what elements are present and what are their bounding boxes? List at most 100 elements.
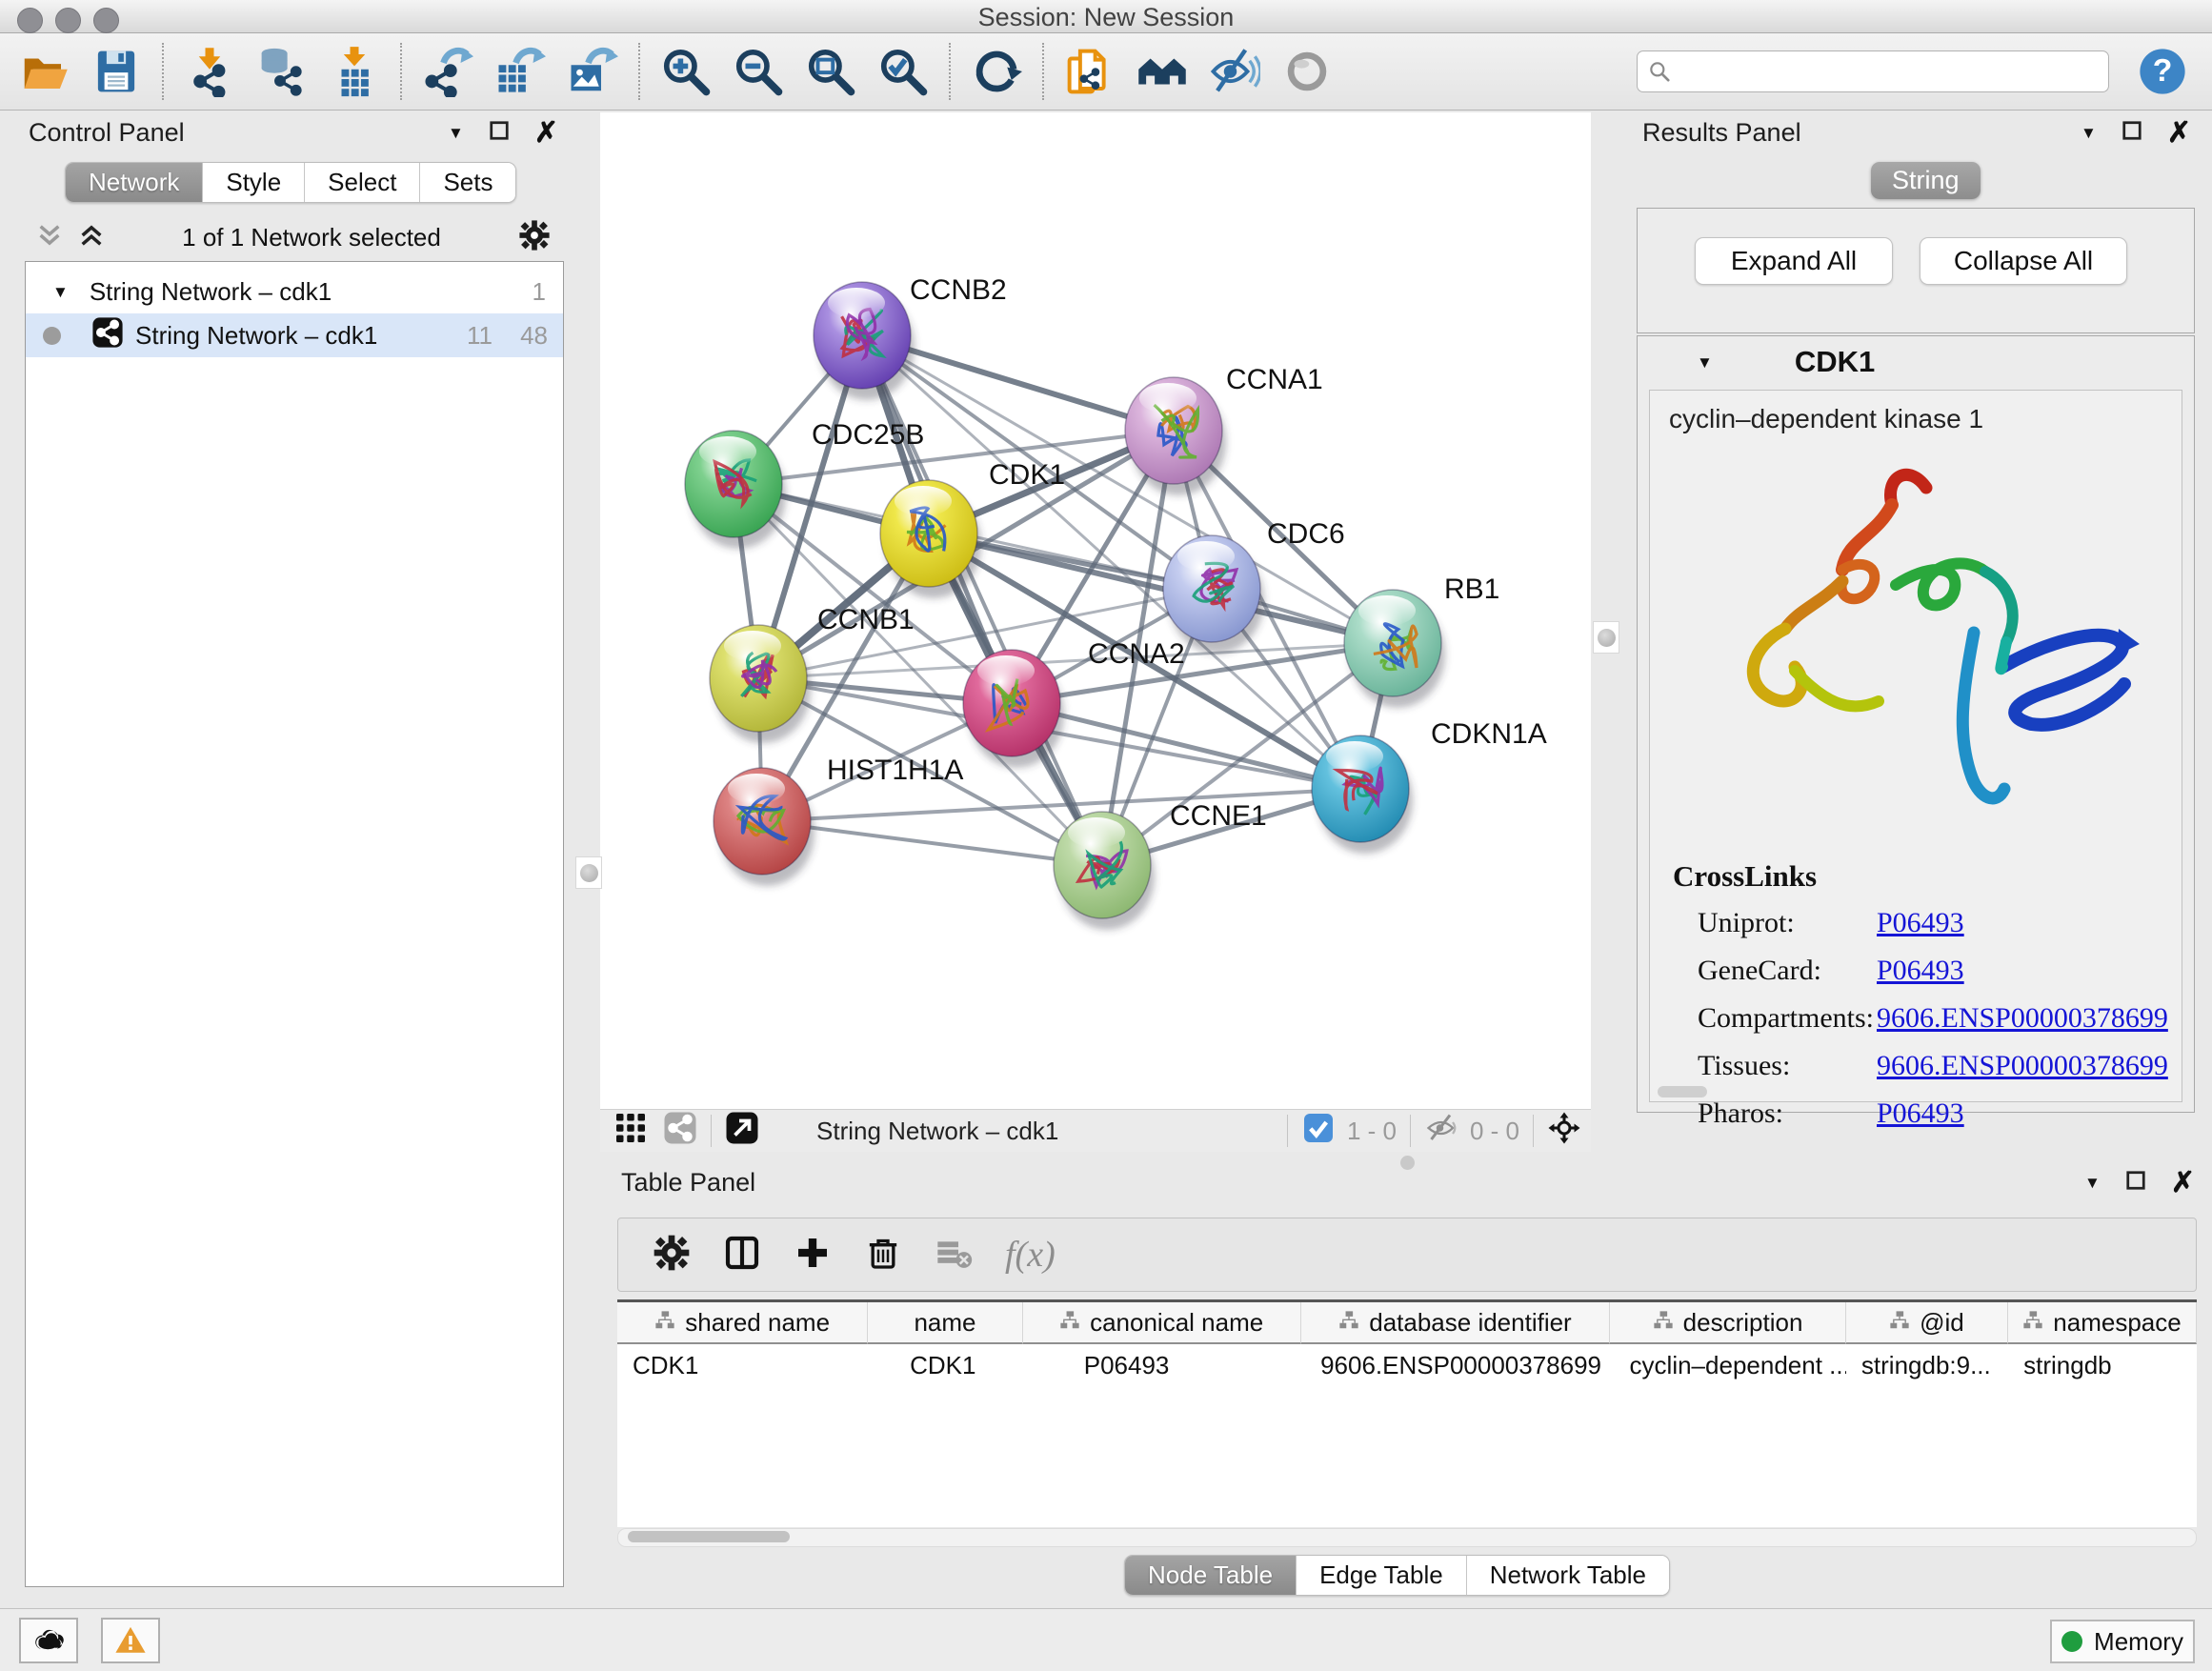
import-table-button[interactable] <box>324 41 385 102</box>
col-canonical-name[interactable]: canonical name <box>1023 1302 1301 1344</box>
save-session-button[interactable] <box>86 41 147 102</box>
export-network-button[interactable] <box>417 41 478 102</box>
right-splitter-handle[interactable] <box>1593 621 1619 654</box>
network-node-CCNB1[interactable]: CCNB1 <box>710 604 915 743</box>
show-hide-graphics-button[interactable] <box>1204 41 1265 102</box>
cell-canonical-name[interactable]: P06493 <box>1023 1344 1301 1386</box>
network-node-CCNB2[interactable]: CCNB2 <box>814 274 1007 400</box>
pharos-link[interactable]: P06493 <box>1877 1097 1964 1130</box>
network-options-gear-icon[interactable] <box>518 219 551 256</box>
cell-namespace[interactable]: stringdb <box>2008 1344 2197 1386</box>
table-panel-close-icon[interactable]: ✗ <box>2171 1169 2195 1198</box>
col-id[interactable]: @id <box>1846 1302 2008 1344</box>
tab-sets[interactable]: Sets <box>420 163 515 202</box>
gene-section-header[interactable]: ▼ CDK1 <box>1638 336 2194 388</box>
control-panel-close-icon[interactable]: ✗ <box>534 119 558 148</box>
gene-disclosure-icon[interactable]: ▼ <box>1697 354 1713 371</box>
tab-network-table[interactable]: Network Table <box>1467 1556 1669 1595</box>
results-panel-close-icon[interactable]: ✗ <box>2167 119 2191 148</box>
refresh-button[interactable] <box>966 41 1027 102</box>
results-panel-menu-icon[interactable]: ▼ <box>2081 125 2097 141</box>
tab-node-table[interactable]: Node Table <box>1125 1556 1297 1595</box>
cell-database-identifier[interactable]: 9606.ENSP00000378699 <box>1301 1344 1610 1386</box>
compartments-link[interactable]: 9606.ENSP00000378699 <box>1877 1002 2168 1035</box>
memory-button[interactable]: Memory <box>2050 1620 2195 1663</box>
help-button[interactable]: ? <box>2132 41 2193 102</box>
export-table-icon <box>494 46 546 97</box>
network-node-HIST1H1A[interactable]: HIST1H1A <box>714 755 963 886</box>
col-description[interactable]: description <box>1610 1302 1845 1344</box>
expand-all-button[interactable]: Expand All <box>1695 237 1893 285</box>
birdseye-view-icon[interactable] <box>725 1111 759 1152</box>
zoom-in-button[interactable] <box>655 41 716 102</box>
tab-style[interactable]: Style <box>203 163 305 202</box>
zoom-fit-button[interactable] <box>800 41 861 102</box>
results-scrollbar-thumb[interactable] <box>1658 1086 1707 1097</box>
table-options-gear-icon[interactable] <box>653 1234 691 1277</box>
show-columns-icon[interactable] <box>723 1234 761 1277</box>
genecard-link[interactable]: P06493 <box>1877 955 1964 987</box>
table-horizontal-scrollbar[interactable] <box>617 1528 2197 1547</box>
eye-button[interactable] <box>1277 41 1337 102</box>
memory-label: Memory <box>2094 1627 2183 1657</box>
col-namespace[interactable]: namespace <box>2008 1302 2197 1344</box>
grid-view-icon[interactable] <box>613 1111 648 1152</box>
zoom-out-button[interactable] <box>728 41 789 102</box>
col-database-identifier[interactable]: database identifier <box>1301 1302 1611 1344</box>
table-panel-menu-icon[interactable]: ▼ <box>2084 1175 2101 1191</box>
selected-checkbox-icon[interactable] <box>1301 1111 1336 1152</box>
network-node-RB1[interactable]: RB1 <box>1344 574 1499 708</box>
network-row-selected[interactable]: String Network – cdk1 11 48 <box>26 313 563 357</box>
control-panel-float-icon[interactable] <box>489 120 510 146</box>
tab-network[interactable]: Network <box>66 163 203 202</box>
col-shared-name[interactable]: shared name <box>617 1302 868 1344</box>
home-button[interactable] <box>1132 41 1193 102</box>
cloud-icon <box>32 1624 65 1657</box>
search-input[interactable] <box>1637 50 2109 92</box>
collapse-all-icon[interactable] <box>36 222 63 253</box>
table-panel-float-icon[interactable] <box>2125 1170 2146 1196</box>
col-name[interactable]: name <box>868 1302 1022 1344</box>
network-canvas[interactable]: CCNB2 CCNA1 CDC25B CDK1 CDC6 <box>600 112 1591 1109</box>
fit-content-crosshair-icon[interactable] <box>1547 1111 1581 1152</box>
share-view-icon[interactable] <box>663 1111 697 1152</box>
network-node-CCNA1[interactable]: CCNA1 <box>1125 364 1323 495</box>
warnings-button[interactable] <box>101 1618 160 1663</box>
collapse-all-button[interactable]: Collapse All <box>1920 237 2127 285</box>
results-panel-float-icon[interactable] <box>2122 120 2142 146</box>
duplicate-network-button[interactable] <box>1059 41 1120 102</box>
network-collection-row[interactable]: ▼ String Network – cdk1 1 <box>26 270 563 313</box>
function-builder-icon[interactable]: f(x) <box>1005 1234 1056 1276</box>
open-session-button[interactable] <box>13 41 74 102</box>
org-chart-icon <box>1653 1308 1674 1338</box>
uniprot-link[interactable]: P06493 <box>1877 907 1964 939</box>
tissues-link[interactable]: 9606.ENSP00000378699 <box>1877 1050 2168 1082</box>
crosslink-label: Tissues: <box>1698 1050 1877 1082</box>
hidden-eye-icon[interactable] <box>1424 1111 1458 1152</box>
import-from-database-button[interactable] <box>251 41 312 102</box>
scrollbar-thumb[interactable] <box>628 1531 790 1542</box>
tab-string[interactable]: String <box>1871 162 1981 199</box>
delete-column-icon[interactable] <box>864 1234 902 1277</box>
left-splitter-handle[interactable] <box>575 856 602 889</box>
cell-shared-name[interactable]: CDK1 <box>617 1344 868 1386</box>
expand-all-icon[interactable] <box>78 222 105 253</box>
cell-name[interactable]: CDK1 <box>868 1344 1023 1386</box>
tab-edge-table[interactable]: Edge Table <box>1297 1556 1467 1595</box>
import-network-button[interactable] <box>179 41 240 102</box>
cloud-button[interactable] <box>19 1618 78 1663</box>
collection-disclosure-icon[interactable]: ▼ <box>52 284 69 300</box>
cell-description[interactable]: cyclin–dependent ... <box>1611 1344 1846 1386</box>
network-node-CDKN1A[interactable]: CDKN1A <box>1312 718 1547 854</box>
control-panel-menu-icon[interactable]: ▼ <box>448 125 464 141</box>
add-column-icon[interactable] <box>794 1234 832 1277</box>
export-image-button[interactable] <box>562 41 623 102</box>
tab-select[interactable]: Select <box>305 163 420 202</box>
zoom-selected-button[interactable] <box>873 41 934 102</box>
delete-table-icon[interactable] <box>935 1234 973 1277</box>
network-node-CCNA2[interactable]: CCNA2 <box>963 638 1185 768</box>
table-row[interactable]: CDK1 CDK1 P06493 9606.ENSP00000378699 cy… <box>617 1344 2197 1386</box>
cell-id[interactable]: stringdb:9... <box>1846 1344 2008 1386</box>
network-node-CDC6[interactable]: CDC6 <box>1163 518 1345 654</box>
export-table-button[interactable] <box>490 41 551 102</box>
